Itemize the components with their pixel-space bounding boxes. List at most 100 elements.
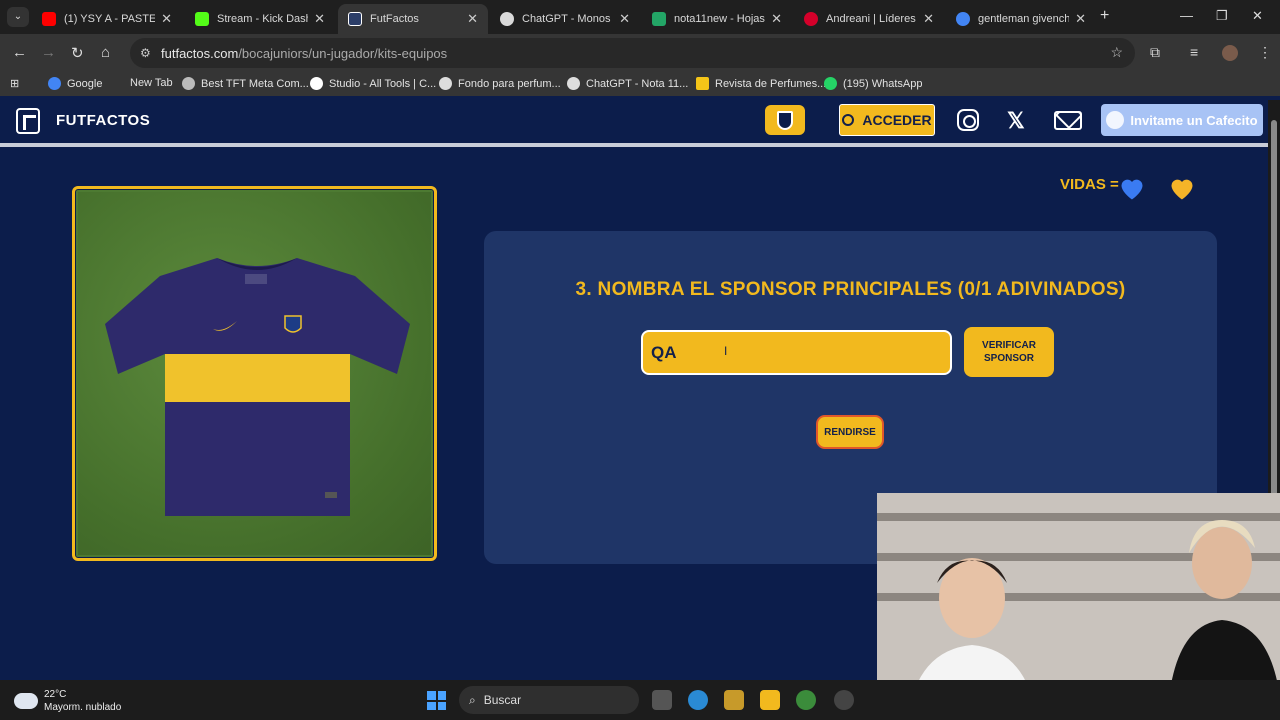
- profile-avatar[interactable]: [1222, 45, 1238, 61]
- address-bar[interactable]: ⚙ futfactos.com/bocajuniors/un-jugador/k…: [130, 38, 1135, 68]
- tab-label: Stream - Kick Dashbo: [217, 13, 308, 25]
- browser-tab[interactable]: (1) YSY A - PASTE ✕: [32, 4, 182, 34]
- search-label: Buscar: [483, 693, 522, 707]
- site-logo-text[interactable]: FUTFACTOS: [56, 112, 150, 129]
- tab-close-icon[interactable]: ✕: [314, 11, 325, 27]
- tab-close-icon[interactable]: ✕: [1075, 11, 1086, 27]
- chrome-icon[interactable]: [796, 690, 816, 710]
- browser-tab[interactable]: nota11new - Hojas d ✕: [642, 4, 792, 34]
- cafecito-button[interactable]: Invitame un Cafecito: [1101, 104, 1263, 136]
- bookmarks-bar: ⊞ Google New Tab Best TFT Meta Com... St…: [0, 72, 1280, 96]
- browser-tab[interactable]: ChatGPT - Monos en ✕: [490, 4, 640, 34]
- windows-start-icon[interactable]: [427, 691, 446, 710]
- tab-close-icon[interactable]: ✕: [923, 11, 934, 27]
- site-info-icon[interactable]: ⚙: [140, 46, 151, 60]
- perfume-icon: [696, 77, 709, 90]
- instagram-icon[interactable]: [957, 109, 979, 131]
- tab-close-icon[interactable]: ✕: [619, 11, 630, 27]
- bookmark[interactable]: Google: [48, 77, 102, 90]
- scrollbar-thumb[interactable]: [1271, 120, 1277, 500]
- bookmark[interactable]: Studio - All Tools | C...: [310, 77, 436, 90]
- tab-close-icon[interactable]: ✕: [771, 11, 782, 27]
- browser-tab[interactable]: Stream - Kick Dashbo ✕: [185, 4, 335, 34]
- browser-tab-strip: ⌄ (1) YSY A - PASTE ✕ Stream - Kick Dash…: [0, 0, 1280, 34]
- vidas-label: VIDAS =: [1060, 176, 1119, 193]
- tab-close-icon[interactable]: ✕: [161, 11, 172, 27]
- tab-label: FutFactos: [370, 13, 419, 25]
- acceder-label: ACCEDER: [862, 112, 932, 128]
- task-view-icon[interactable]: [652, 690, 672, 710]
- futfactos-icon: [348, 12, 362, 26]
- whatsapp-icon: [824, 77, 837, 90]
- youtube-icon: [42, 12, 56, 26]
- gold-heart-icon: [1171, 179, 1193, 200]
- menu-icon[interactable]: ⋮: [1258, 44, 1272, 61]
- bookmark[interactable]: Fondo para perfum...: [439, 77, 561, 90]
- acceder-button[interactable]: ACCEDER: [839, 104, 935, 136]
- tab-close-icon[interactable]: ✕: [467, 11, 478, 27]
- browser-tab[interactable]: Andreani | Líderes en ✕: [794, 4, 944, 34]
- tab-search-icon[interactable]: ⌄: [7, 7, 29, 27]
- close-window-icon[interactable]: ✕: [1252, 8, 1263, 24]
- tab-label: (1) YSY A - PASTE: [64, 13, 156, 25]
- browser-tab[interactable]: gentleman givenchy ✕: [946, 4, 1096, 34]
- mail-icon[interactable]: [1054, 111, 1082, 130]
- browser-toolbar: ← → ↻ ⌂ ⚙ futfactos.com/bocajuniors/un-j…: [0, 34, 1280, 72]
- url-text: futfactos.com/bocajuniors/un-jugador/kit…: [161, 46, 448, 61]
- tab-label: Andreani | Líderes en: [826, 13, 917, 25]
- sponsor-answer-input[interactable]: [641, 330, 952, 375]
- bookmark[interactable]: Best TFT Meta Com...: [182, 77, 309, 90]
- taskbar-search[interactable]: ⌕ Buscar: [459, 686, 639, 714]
- blue-heart-icon: [1121, 179, 1143, 200]
- forward-icon[interactable]: →: [41, 44, 56, 61]
- minimize-icon[interactable]: —: [1180, 8, 1193, 23]
- team-shield-button[interactable]: [765, 105, 805, 135]
- tab-label: nota11new - Hojas d: [674, 13, 766, 25]
- bookmark[interactable]: ChatGPT - Nota 11...: [567, 77, 688, 90]
- home-icon[interactable]: ⌂: [101, 44, 110, 61]
- bookmark-star-icon[interactable]: ☆: [1110, 44, 1123, 61]
- verificar-sponsor-button[interactable]: VERIFICAR SPONSOR: [964, 327, 1054, 377]
- studio-icon: [310, 77, 323, 90]
- sheets-icon: [652, 12, 666, 26]
- file-explorer-icon[interactable]: [760, 690, 780, 710]
- app-icon[interactable]: [834, 690, 854, 710]
- league-icon[interactable]: [724, 690, 744, 710]
- weather-text: Mayorm. nublado: [44, 702, 122, 713]
- media-icon[interactable]: ≡: [1190, 44, 1198, 60]
- weather-widget[interactable]: 22°C Mayorm. nublado: [14, 688, 121, 714]
- verify-label: VERIFICAR SPONSOR: [982, 340, 1036, 364]
- cafecito-label: Invitame un Cafecito: [1130, 112, 1258, 128]
- tab-label: ChatGPT - Monos en: [522, 13, 613, 25]
- search-icon: ⌕: [469, 692, 476, 707]
- rendirse-button[interactable]: RENDIRSE: [816, 415, 884, 449]
- text-cursor-icon: I: [724, 344, 728, 358]
- bookmark[interactable]: New Tab: [130, 77, 173, 89]
- new-tab-icon[interactable]: +: [1100, 7, 1109, 25]
- apps-icon[interactable]: ⊞: [10, 77, 19, 90]
- back-icon[interactable]: ←: [12, 44, 27, 61]
- google-icon: [956, 12, 970, 26]
- google-icon: [48, 77, 61, 90]
- coffee-cup-icon: [1106, 111, 1125, 129]
- andreani-icon: [804, 12, 818, 26]
- futfactos-logo-icon[interactable]: [16, 108, 40, 134]
- restore-icon[interactable]: ❐: [1216, 8, 1228, 24]
- kick-icon: [195, 12, 209, 26]
- chatgpt-icon: [500, 12, 514, 26]
- shield-icon: [777, 110, 793, 130]
- edge-icon[interactable]: [688, 690, 708, 710]
- browser-tab-active[interactable]: FutFactos ✕: [338, 4, 488, 34]
- bookmark[interactable]: Revista de Perfumes...: [696, 77, 826, 90]
- cloud-icon: [14, 693, 38, 709]
- windows-taskbar: 22°C Mayorm. nublado ⌕ Buscar: [0, 680, 1280, 720]
- temperature: 22°C: [44, 689, 67, 700]
- site-header: FUTFACTOS ACCEDER 𝕏 Invitame un Cafecito: [0, 100, 1268, 147]
- bookmark[interactable]: (195) WhatsApp: [824, 77, 922, 90]
- chatgpt-icon: [439, 77, 452, 90]
- reload-icon[interactable]: ↻: [71, 44, 84, 62]
- jersey-image: [72, 186, 437, 561]
- extensions-icon[interactable]: ⧉: [1150, 44, 1160, 61]
- x-twitter-icon[interactable]: 𝕏: [1007, 108, 1025, 134]
- boca-jersey-illustration: [105, 258, 410, 516]
